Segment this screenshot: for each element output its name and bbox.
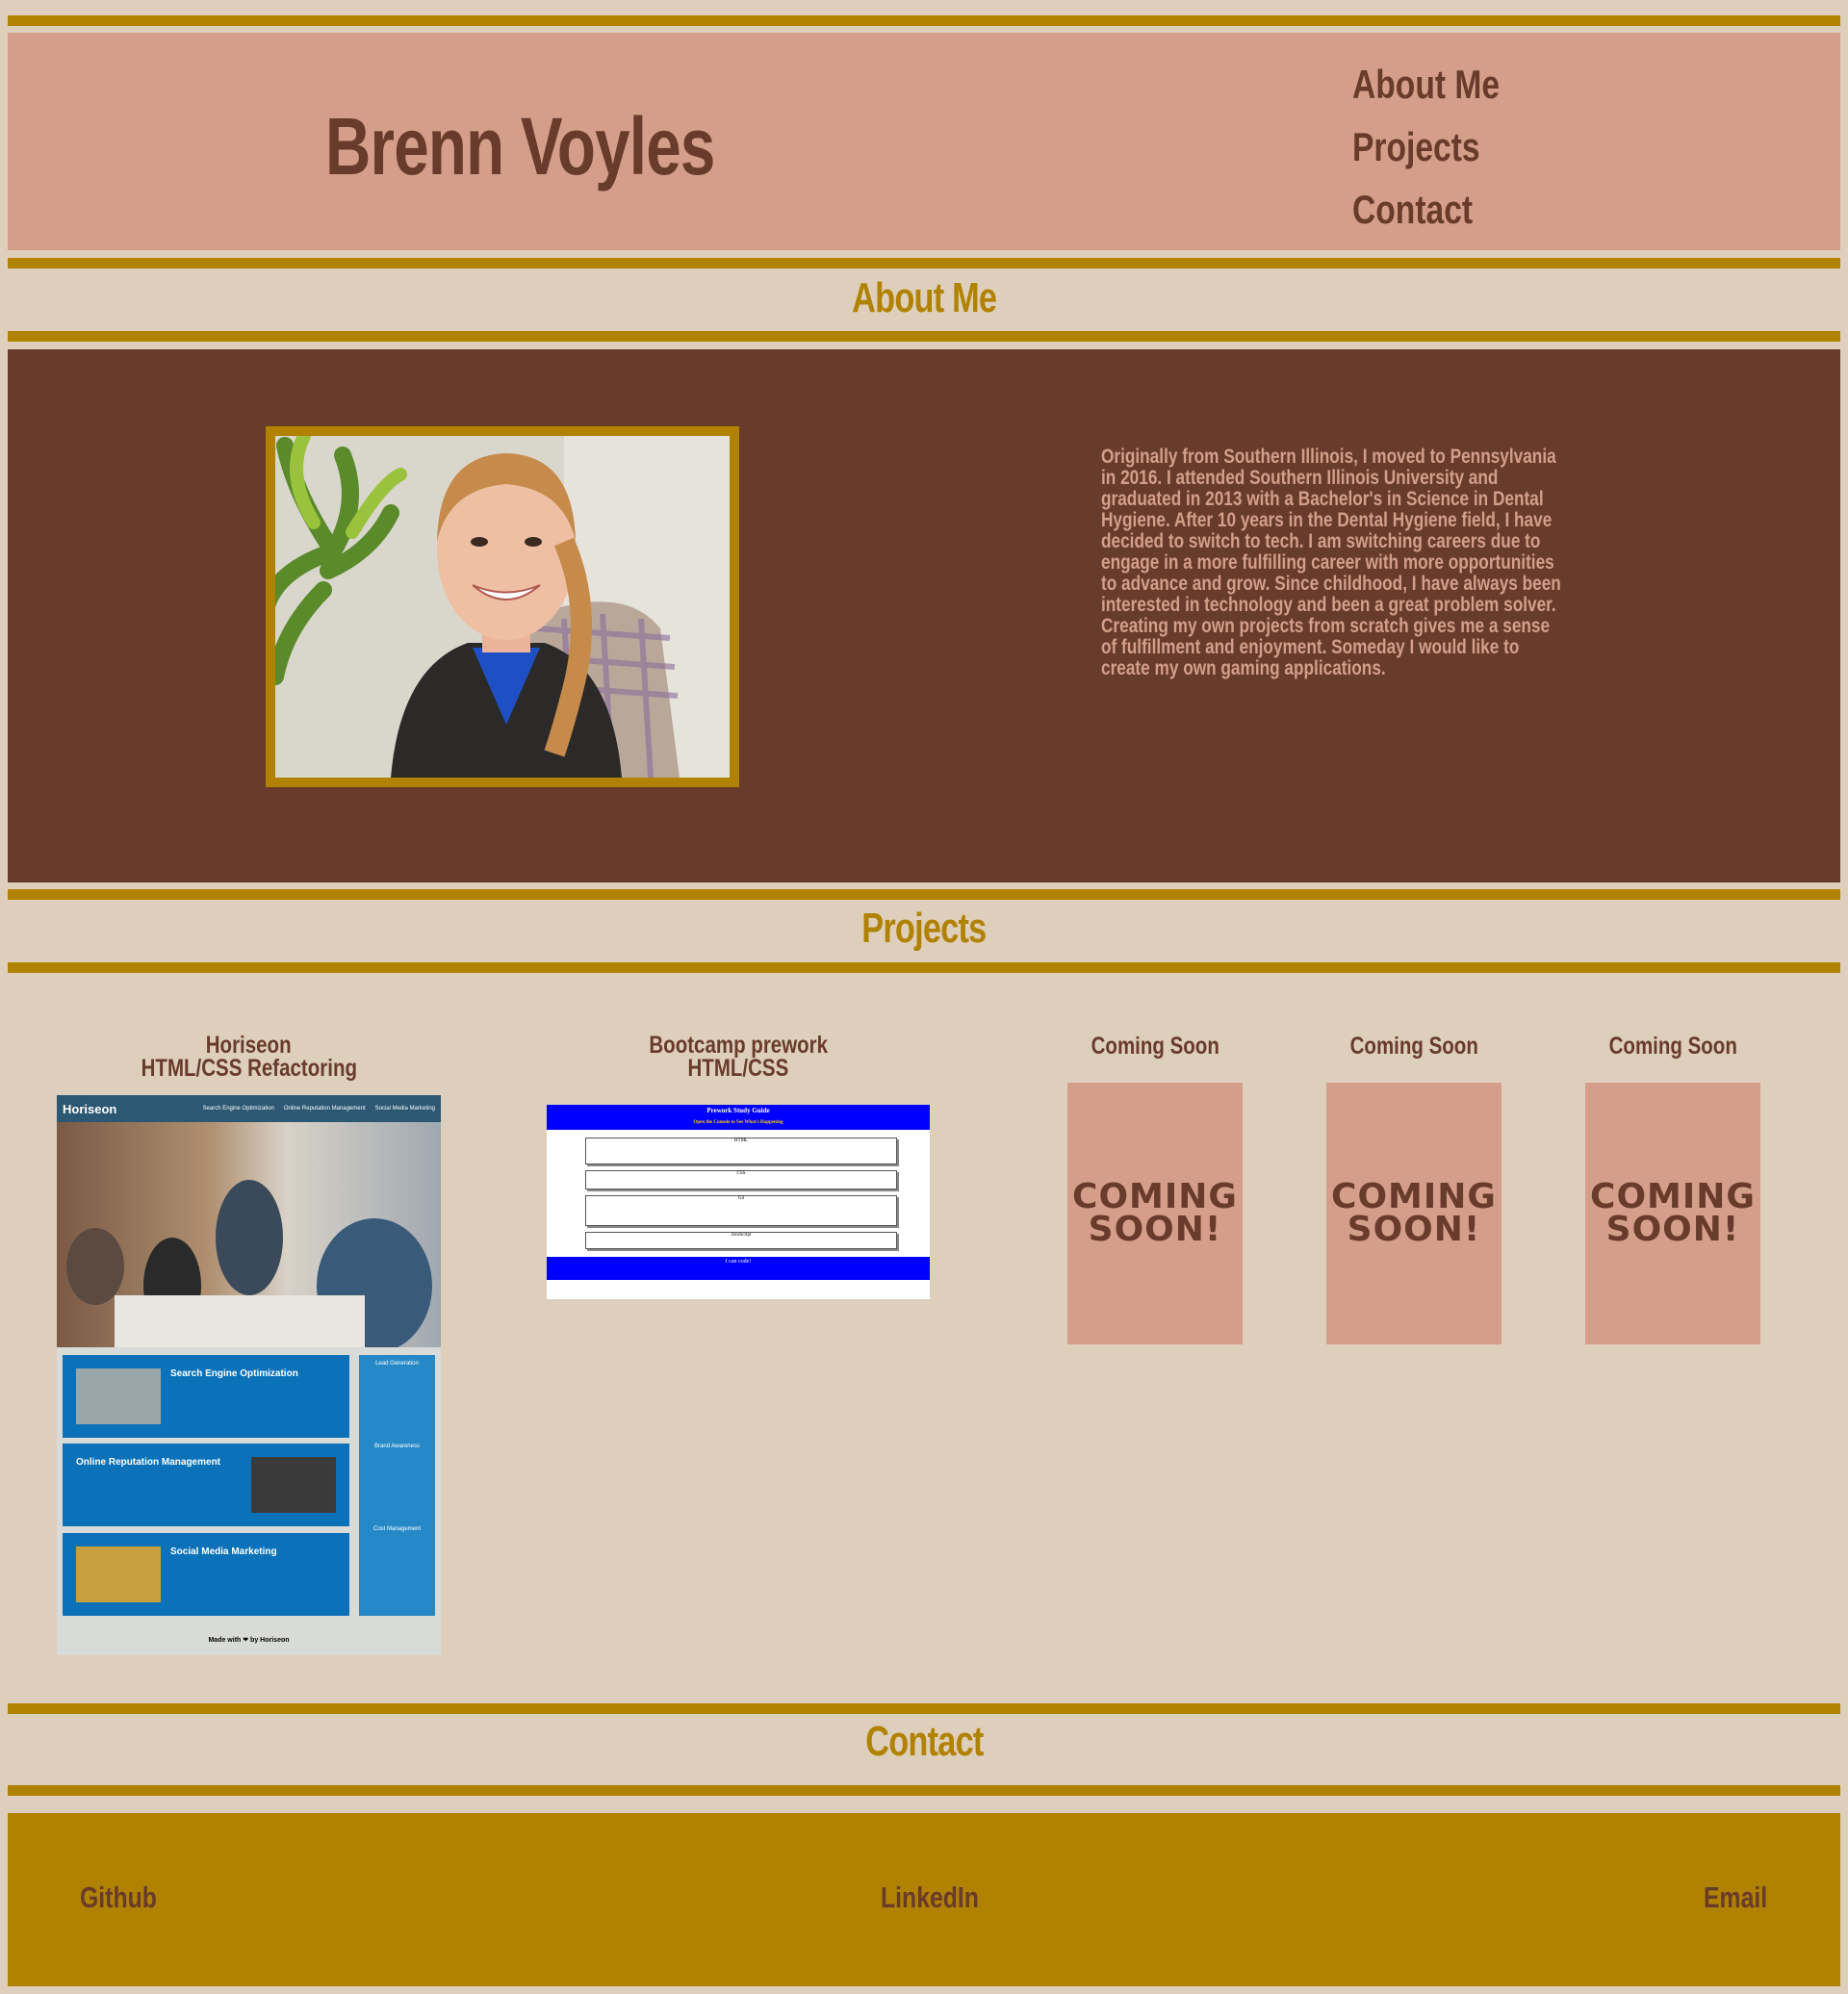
horiseon-card-seo: Search Engine Optimization — [63, 1355, 349, 1438]
nav-projects[interactable]: Projects — [1352, 124, 1480, 170]
about-bio-text: Originally from Southern Illinois, I mov… — [1101, 446, 1561, 679]
horiseon-nav-orm: Online Reputation Management — [283, 1106, 366, 1112]
contact-divider-top — [8, 1703, 1840, 1714]
nav-contact[interactable]: Contact — [1352, 187, 1473, 233]
profile-photo — [275, 436, 730, 778]
project-horiseon-title: Horiseon HTML/CSS Refactoring — [141, 1032, 357, 1082]
prework-git-box: Git — [585, 1195, 897, 1226]
horiseon-brand: Horiseon — [63, 1101, 117, 1116]
project-coming-soon-2-card[interactable]: COMING SOON! — [1326, 1083, 1502, 1344]
project-coming-soon-1-card[interactable]: COMING SOON! — [1067, 1083, 1243, 1344]
about-divider-top — [8, 258, 1840, 268]
horiseon-sidebar: Lead Generation Brand Awareness Cost Man… — [359, 1355, 435, 1616]
horiseon-nav-smm: Social Media Marketing — [374, 1106, 435, 1112]
top-divider — [8, 15, 1840, 26]
horiseon-hero-image — [57, 1122, 441, 1353]
horiseon-nav-seo: Search Engine Optimization — [202, 1106, 274, 1112]
horiseon-footer: Made with ❤ by Horiseon — [208, 1637, 290, 1644]
prework-js-box: JavaScript — [585, 1232, 897, 1249]
contact-section-title: Contact — [864, 1718, 984, 1765]
project-prework-title: Bootcamp prework HTML/CSS — [649, 1032, 828, 1082]
projects-section-title: Projects — [861, 905, 987, 952]
projects-divider-top — [8, 889, 1840, 900]
project-horiseon-screenshot[interactable]: Horiseon Search Engine Optimization Onli… — [57, 1095, 441, 1655]
about-section: Originally from Southern Illinois, I mov… — [8, 349, 1840, 882]
contact-link-github[interactable]: Github — [80, 1880, 176, 1915]
contact-link-linkedin[interactable]: LinkedIn — [881, 1880, 1003, 1915]
about-section-title: About Me — [851, 274, 997, 321]
horiseon-card-smm: Social Media Marketing — [63, 1533, 349, 1616]
projects-divider-bottom — [8, 962, 1840, 973]
contact-link-email[interactable]: Email — [1704, 1880, 1784, 1915]
project-coming-soon-3-card[interactable]: COMING SOON! — [1585, 1083, 1760, 1344]
nav-about-me[interactable]: About Me — [1352, 62, 1500, 108]
prework-footer: I can code! — [547, 1257, 930, 1280]
profile-photo-frame — [266, 426, 739, 787]
project-coming-soon-3-title: Coming Soon — [1608, 1033, 1737, 1060]
project-coming-soon-1-title: Coming Soon — [1091, 1033, 1219, 1060]
project-prework-screenshot[interactable]: Prework Study Guide Open the Console to … — [547, 1105, 930, 1299]
about-divider-bottom — [8, 331, 1840, 342]
prework-css-box: CSS — [585, 1170, 897, 1189]
project-coming-soon-2-title: Coming Soon — [1349, 1033, 1478, 1060]
horiseon-card-orm: Online Reputation Management — [63, 1444, 349, 1526]
contact-divider-bottom — [8, 1785, 1840, 1796]
prework-header: Prework Study Guide Open the Console to … — [547, 1105, 930, 1130]
site-title: Brenn Voyles — [325, 101, 715, 192]
site-header: Brenn Voyles About Me Projects Contact — [8, 33, 1840, 250]
prework-html-box: HTML — [585, 1138, 897, 1164]
